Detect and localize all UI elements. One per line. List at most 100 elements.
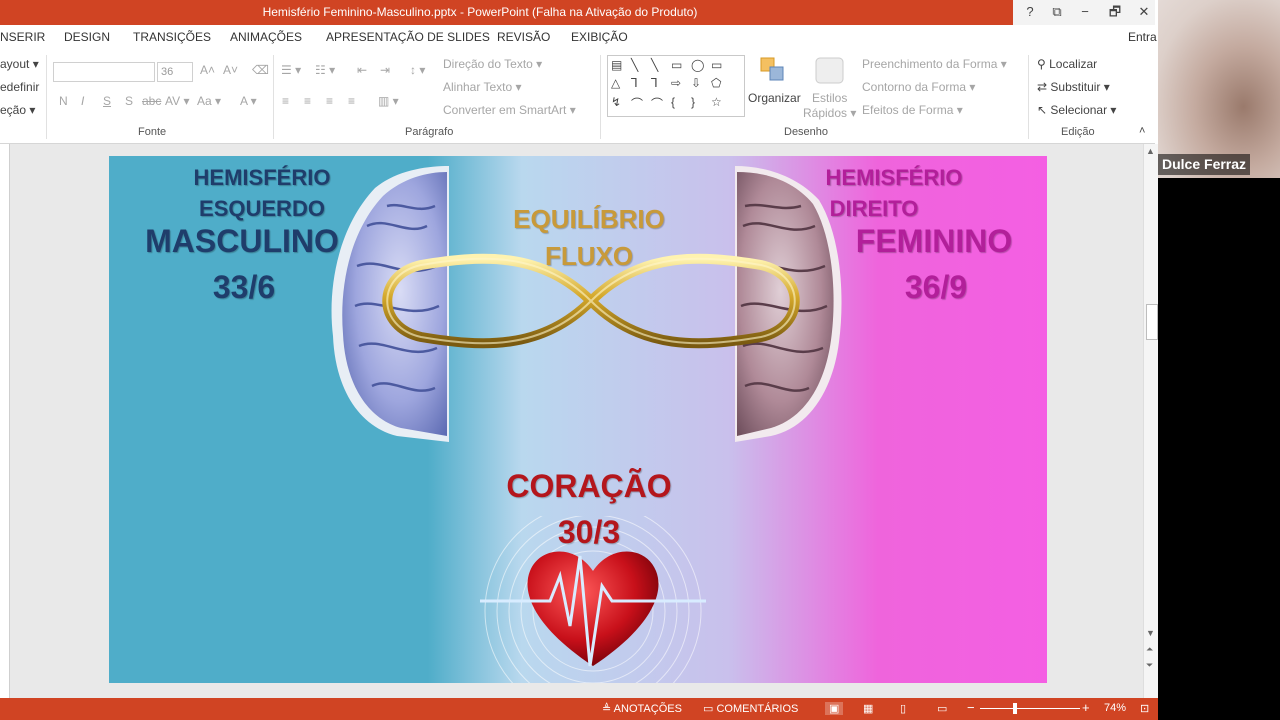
decrease-indent-icon[interactable]: ⇤ xyxy=(357,63,367,77)
vertical-scrollbar[interactable]: ▲ ▼ ⏶ ⏷ xyxy=(1143,144,1159,698)
maximize-button[interactable]: 🗗 xyxy=(1104,3,1126,23)
comments-button[interactable]: ▭ COMENTÁRIOS xyxy=(703,702,798,715)
minimize-button[interactable]: − xyxy=(1074,3,1096,23)
shape-connector-icon[interactable]: ⅂ xyxy=(631,76,638,90)
close-button[interactable]: ✕ xyxy=(1133,3,1155,23)
align-center-icon[interactable]: ≡ xyxy=(304,94,311,108)
thumbnail-pane[interactable] xyxy=(0,144,10,698)
font-name-combobox[interactable] xyxy=(53,62,155,82)
shadow-s-button[interactable]: S xyxy=(125,94,133,108)
tab-design[interactable]: DESIGN xyxy=(64,30,110,44)
shape-arc-icon[interactable]: ⌒ xyxy=(631,95,643,112)
reset-button[interactable]: edefinir xyxy=(0,80,39,94)
shape-connector-icon[interactable]: ⅂ xyxy=(651,76,658,90)
quick-styles-button[interactable]: Rápidos ▾ xyxy=(803,106,856,120)
zoom-out-button[interactable]: − xyxy=(967,700,975,715)
replace-button[interactable]: ⇄ Substituir ▾ xyxy=(1037,80,1110,94)
bold-button[interactable]: N xyxy=(59,94,68,108)
fit-slide-icon[interactable]: ⊡ xyxy=(1140,702,1149,715)
slide-sorter-icon[interactable]: ▦ xyxy=(863,702,873,715)
ribbon-display-button[interactable]: ⧉ xyxy=(1046,3,1068,23)
shape-line-icon[interactable]: ╲ xyxy=(651,58,658,72)
tab-exibicao[interactable]: EXIBIÇÃO xyxy=(571,30,628,44)
shapes-gallery[interactable]: ▤ ╲ ╲ ▭ ◯ ▭ △ ⅂ ⅂ ⇨ ⇩ ⬠ ↯ ⌒ ⌒ { } ☆ xyxy=(607,55,745,117)
align-left-icon[interactable]: ≡ xyxy=(282,94,289,108)
shape-oval-icon[interactable]: ◯ xyxy=(691,58,704,72)
previous-slide-icon[interactable]: ⏶ xyxy=(1146,644,1153,655)
tab-inserir[interactable]: NSERIR xyxy=(0,30,45,44)
clear-format-icon[interactable]: ⌫ xyxy=(252,63,269,77)
text-direction-button[interactable]: Direção do Texto ▾ xyxy=(443,57,542,71)
quick-styles-icon xyxy=(815,57,844,84)
notes-icon: ≜ xyxy=(602,703,614,715)
align-right-icon[interactable]: ≡ xyxy=(326,94,333,108)
strikethrough-button[interactable]: abc xyxy=(142,94,161,108)
char-spacing-button[interactable]: AV ▾ xyxy=(165,94,189,108)
zoom-slider[interactable] xyxy=(980,708,1080,709)
line-spacing-icon[interactable]: ↕ ▾ xyxy=(410,63,425,77)
shape-rectangle-icon[interactable]: ▭ xyxy=(671,58,682,72)
next-slide-icon[interactable]: ⏷ xyxy=(1146,660,1153,671)
justify-icon[interactable]: ≡ xyxy=(348,94,355,108)
shape-lightning-icon[interactable]: ↯ xyxy=(611,95,621,109)
group-separator xyxy=(273,55,274,139)
slideshow-icon[interactable]: ▭ xyxy=(937,702,947,715)
columns-icon[interactable]: ▥ ▾ xyxy=(378,94,399,108)
shape-arrow-down-icon[interactable]: ⇩ xyxy=(691,76,701,90)
align-text-button[interactable]: Alinhar Texto ▾ xyxy=(443,80,522,94)
group-label-edicao: Edição xyxy=(1061,126,1095,138)
quick-styles-label[interactable]: Estilos xyxy=(812,91,847,105)
binoculars-icon: ⚲ xyxy=(1037,57,1050,71)
zoom-in-button[interactable]: + xyxy=(1082,700,1090,715)
shape-fill-button[interactable]: Preenchimento da Forma ▾ xyxy=(862,57,1007,71)
slide-canvas[interactable]: HEMISFÉRIO ESQUERDO MASCULINO 33/6 EQUIL… xyxy=(109,156,1047,683)
shape-brace-right-icon[interactable]: } xyxy=(691,95,695,109)
ribbon: ayout ▾ edefinir eção ▾ 36 A˄ A˅ ⌫ N I S… xyxy=(0,49,1155,144)
normal-view-icon[interactable]: ▣ xyxy=(825,702,844,715)
scroll-down-icon[interactable]: ▼ xyxy=(1146,628,1155,638)
shape-brace-left-icon[interactable]: { xyxy=(671,95,675,109)
scroll-thumb[interactable] xyxy=(1146,304,1158,340)
window-title: Hemisfério Feminino-Masculino.pptx - Pow… xyxy=(262,5,698,19)
tab-transicoes[interactable]: TRANSIÇÕES xyxy=(133,30,211,44)
grow-font-button[interactable]: A˄ xyxy=(200,63,215,77)
shape-arc-icon[interactable]: ⌒ xyxy=(651,95,663,112)
font-color-button[interactable]: A ▾ xyxy=(240,94,257,108)
help-button[interactable]: ? xyxy=(1019,3,1041,23)
section-button[interactable]: eção ▾ xyxy=(0,103,35,117)
layout-button[interactable]: ayout ▾ xyxy=(0,57,39,71)
shape-triangle-icon[interactable]: △ xyxy=(611,76,620,90)
shape-line-icon[interactable]: ╲ xyxy=(631,58,638,72)
notes-button[interactable]: ≜ ANOTAÇÕES xyxy=(602,702,682,715)
bullets-icon[interactable]: ☰ ▾ xyxy=(281,63,301,77)
tab-revisao[interactable]: REVISÃO xyxy=(497,30,550,44)
shrink-font-button[interactable]: A˅ xyxy=(223,63,238,77)
shape-rounded-rect-icon[interactable]: ▭ xyxy=(711,58,722,72)
tab-apresentacao[interactable]: APRESENTAÇÃO DE SLIDES xyxy=(326,30,490,44)
tab-animacoes[interactable]: ANIMAÇÕES xyxy=(230,30,302,44)
select-button[interactable]: ↖ Selecionar ▾ xyxy=(1037,103,1116,117)
underline-button[interactable]: S xyxy=(103,94,111,108)
change-case-button[interactable]: Aa ▾ xyxy=(197,94,221,108)
italic-button[interactable]: I xyxy=(81,94,84,108)
shape-arrow-right-icon[interactable]: ⇨ xyxy=(671,76,681,90)
signin-link[interactable]: Entra xyxy=(1128,30,1157,44)
heart-title: CORAÇÃO xyxy=(506,468,672,504)
shape-pentagon-icon[interactable]: ⬠ xyxy=(711,76,721,90)
replace-icon: ⇄ xyxy=(1037,80,1051,94)
zoom-slider-handle[interactable] xyxy=(1013,703,1017,714)
font-size-combobox[interactable]: 36 xyxy=(157,62,193,82)
smartart-button[interactable]: Converter em SmartArt ▾ xyxy=(443,103,576,117)
shape-outline-button[interactable]: Contorno da Forma ▾ xyxy=(862,80,975,94)
shape-star-icon[interactable]: ☆ xyxy=(711,95,722,109)
shape-effects-button[interactable]: Efeitos de Forma ▾ xyxy=(862,103,963,117)
arrange-button[interactable]: Organizar xyxy=(748,91,801,105)
collapse-ribbon-icon[interactable]: ˄ xyxy=(1139,125,1145,137)
increase-indent-icon[interactable]: ⇥ xyxy=(380,63,390,77)
zoom-level[interactable]: 74% xyxy=(1104,702,1126,714)
scroll-up-icon[interactable]: ▲ xyxy=(1146,146,1155,156)
shape-textbox-icon[interactable]: ▤ xyxy=(611,58,622,72)
reading-view-icon[interactable]: ▯ xyxy=(900,702,906,715)
numbering-icon[interactable]: ☷ ▾ xyxy=(315,63,335,77)
find-button[interactable]: ⚲ Localizar xyxy=(1037,57,1097,71)
